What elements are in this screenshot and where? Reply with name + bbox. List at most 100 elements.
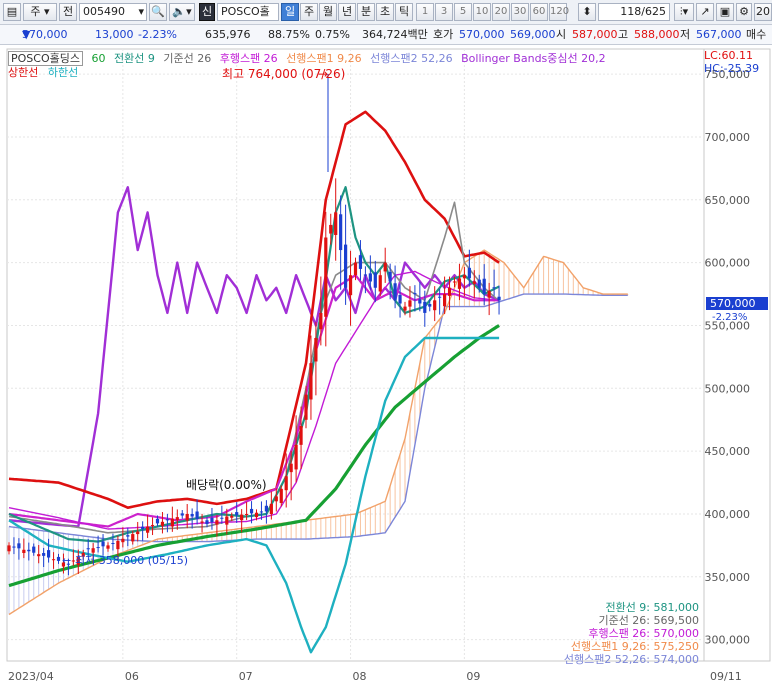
candle-body bbox=[170, 518, 174, 527]
search-icon[interactable]: 🔍 bbox=[149, 3, 167, 21]
stock-name[interactable]: POSCO홀딩스 bbox=[217, 3, 279, 21]
mode-a-select[interactable]: 주 ▾ bbox=[23, 3, 57, 21]
spin-button[interactable]: ⬍ bbox=[578, 3, 596, 21]
value-senkou2: 선행스팬2 52,26: 574,000 bbox=[564, 653, 699, 666]
interval-tab-60[interactable]: 60 bbox=[530, 3, 548, 21]
y-tick-label: 300,000 bbox=[705, 634, 751, 647]
legend-kijun: 기준선 26 bbox=[163, 52, 212, 65]
interval-tab-3[interactable]: 3 bbox=[435, 3, 453, 21]
candle-body bbox=[91, 548, 95, 553]
speaker-icon[interactable]: 🔈▾ bbox=[169, 3, 195, 21]
sin-button[interactable]: 신 bbox=[199, 3, 215, 21]
period-tab-0[interactable]: 일 bbox=[281, 3, 299, 21]
interval-tab-20[interactable]: 20 bbox=[492, 3, 510, 21]
draw-tool-icon[interactable]: ↗ bbox=[696, 3, 714, 21]
window-menu-icon[interactable]: ▤ bbox=[3, 3, 21, 21]
candle-body bbox=[497, 296, 501, 301]
candle-body bbox=[428, 304, 432, 307]
candle-body bbox=[249, 508, 254, 514]
candle-body bbox=[12, 546, 16, 548]
toolbar: ▤ 주 ▾ 전 005490▾ 🔍 🔈▾ 신 POSCO홀딩스 일주월년분초틱 … bbox=[0, 0, 772, 25]
interval-tab-120[interactable]: 120 bbox=[549, 3, 569, 21]
y-tick-label: 500,000 bbox=[705, 382, 751, 395]
quote-bid: 569,000 bbox=[510, 28, 556, 41]
candle-body bbox=[254, 512, 259, 518]
candle-body bbox=[180, 513, 184, 516]
candle-body bbox=[492, 287, 496, 289]
candle-body bbox=[190, 513, 194, 517]
low-annotation: 최저 358,000 (05/15) bbox=[75, 554, 188, 567]
value-kijun: 기준선 26: 569,500 bbox=[598, 614, 699, 627]
period-tab-3[interactable]: 년 bbox=[338, 3, 356, 21]
quote-cut: 매수 bbox=[746, 28, 767, 41]
candle-body bbox=[136, 531, 140, 535]
legend-upper: 상한선 bbox=[8, 66, 39, 79]
lc-label: LC:60.11 bbox=[704, 49, 753, 62]
candle-body bbox=[264, 505, 268, 512]
candle-body bbox=[294, 444, 298, 470]
quote-price-value: 570,000 bbox=[22, 28, 68, 41]
period-tab-6[interactable]: 틱 bbox=[395, 3, 413, 21]
candle-body bbox=[195, 511, 199, 519]
code-input[interactable]: 005490 ▾ bbox=[79, 3, 147, 21]
mode-b-button[interactable]: 전 bbox=[59, 3, 77, 21]
candle-body bbox=[353, 262, 358, 276]
interval-tab-10[interactable]: 10 bbox=[473, 3, 491, 21]
quote-volume: 635,976 bbox=[205, 28, 251, 41]
interval-tab-5[interactable]: 5 bbox=[454, 3, 472, 21]
candle-body bbox=[86, 548, 90, 550]
candle-body bbox=[22, 549, 26, 553]
candle-body bbox=[482, 278, 486, 295]
x-tick-label: 06 bbox=[125, 670, 139, 683]
candle-body bbox=[443, 294, 447, 307]
candle-body bbox=[155, 518, 160, 524]
quote-low: 567,000 bbox=[696, 28, 742, 41]
quote-vol-pct: 0.75% bbox=[315, 28, 350, 41]
count-display: 118/625 bbox=[598, 3, 670, 21]
candle-body bbox=[368, 273, 372, 282]
quote-high-label: 고 bbox=[618, 28, 629, 41]
chart-type-icon[interactable]: ⫶▾ bbox=[674, 3, 694, 21]
candle-body bbox=[7, 545, 11, 552]
candle-body bbox=[344, 244, 348, 288]
period-tab-5[interactable]: 초 bbox=[376, 3, 394, 21]
legend-period: 60 bbox=[91, 52, 106, 65]
high-arrow: → bbox=[318, 67, 328, 81]
period-tab-1[interactable]: 주 bbox=[300, 3, 318, 21]
candle-body bbox=[398, 294, 402, 304]
candle-body bbox=[462, 275, 466, 279]
candle-body bbox=[487, 290, 491, 298]
candle-body bbox=[37, 554, 41, 557]
mode-a-label: 주 bbox=[30, 5, 41, 18]
candle-body bbox=[185, 513, 189, 521]
interval-tab-30[interactable]: 30 bbox=[511, 3, 529, 21]
gear-icon[interactable]: ⚙ bbox=[736, 3, 752, 21]
price-chart[interactable]: 750,000700,000650,000600,000550,000500,0… bbox=[0, 45, 772, 687]
period-tab-2[interactable]: 월 bbox=[319, 3, 337, 21]
legend-senkou2: 선행스팬2 52,26 bbox=[370, 52, 453, 65]
interval-tab-1[interactable]: 1 bbox=[416, 3, 434, 21]
candle-body bbox=[126, 535, 130, 537]
y-tick-label: 450,000 bbox=[705, 445, 751, 458]
candle-body bbox=[111, 543, 115, 545]
candle-body bbox=[388, 271, 392, 282]
candle-body bbox=[378, 275, 382, 292]
y-tick-label: 700,000 bbox=[705, 131, 751, 144]
candle-body bbox=[141, 526, 145, 530]
quote-high: 588,000 bbox=[634, 28, 680, 41]
candle-body bbox=[27, 549, 31, 552]
candle-body bbox=[403, 306, 407, 311]
period-tab-4[interactable]: 분 bbox=[357, 3, 375, 21]
candle-body bbox=[413, 293, 417, 295]
candle-body bbox=[106, 545, 110, 549]
candle-body bbox=[279, 488, 283, 503]
dividend-annotation: 배당락(0.00%) bbox=[186, 478, 267, 492]
candle-body bbox=[235, 512, 239, 516]
toolbar-cut-label: 20 bbox=[754, 3, 772, 21]
candle-body bbox=[165, 519, 169, 521]
candle-body bbox=[314, 338, 318, 362]
save-icon[interactable]: ▣ bbox=[716, 3, 734, 21]
candle-body bbox=[334, 212, 338, 235]
legend-tenkan: 전환선 9 bbox=[113, 52, 155, 65]
candle-body bbox=[56, 556, 61, 561]
